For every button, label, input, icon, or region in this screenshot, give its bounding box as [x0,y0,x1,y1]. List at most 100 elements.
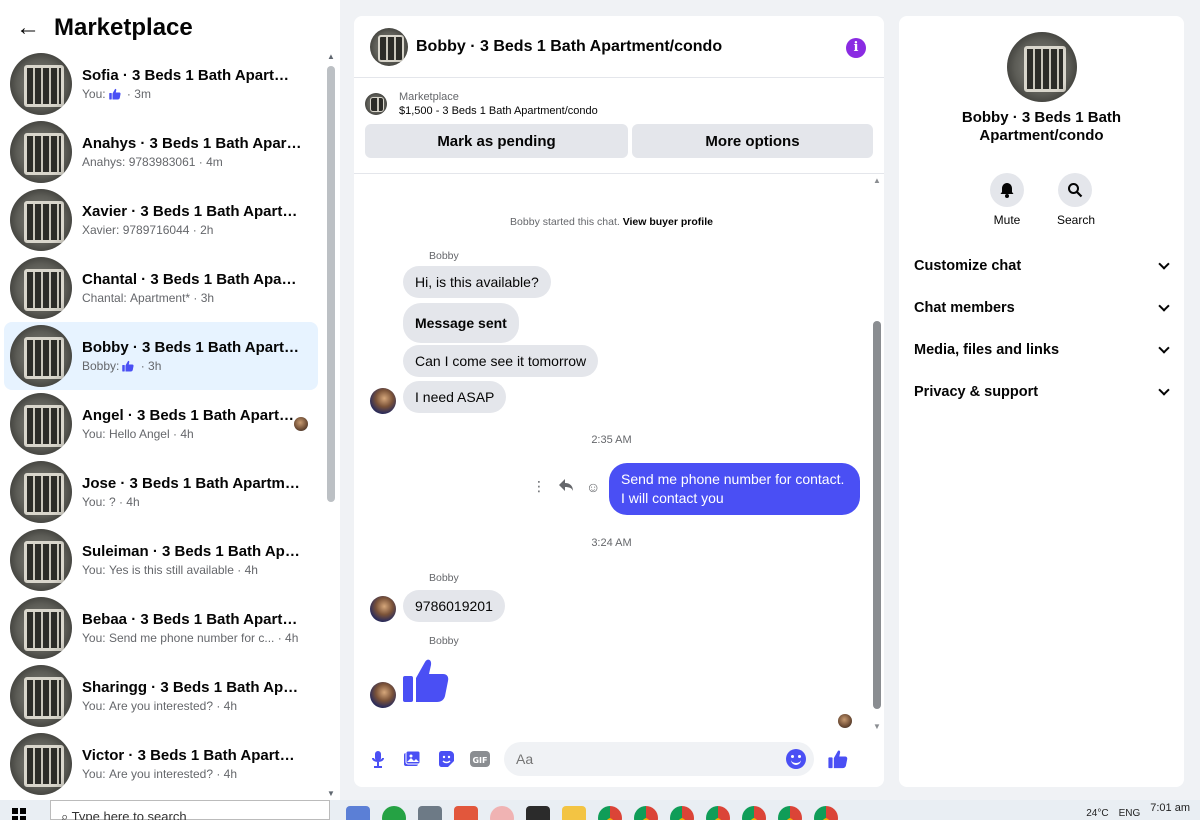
taskbar-app-icon[interactable] [490,806,514,820]
info-icon[interactable]: i [846,38,866,58]
chrome-icon[interactable] [814,806,838,820]
conversation-list-item[interactable]: Suleiman · 3 Beds 1 Bath Apartm... You: Y… [4,526,318,594]
chat-members-section[interactable]: Chat members [899,287,1184,329]
conversation-list-item[interactable]: Xavier · 3 Beds 1 Bath Apartmen... Xavier… [4,186,318,254]
taskbar-app-icon[interactable] [454,806,478,820]
conversation-prefix: Bobby: [82,359,120,373]
scroll-up-icon[interactable]: ▲ [873,176,881,185]
whatsapp-icon[interactable] [382,806,406,820]
separator-dot: · [169,427,181,441]
conversation-list-item[interactable]: Bebaa · 3 Beds 1 Bath Apartmen... You: Se… [4,594,318,662]
conversation-list-item[interactable]: Jose · 3 Beds 1 Bath Apartment/... You: ?… [4,458,318,526]
listing-avatar [10,53,72,115]
conversation-list-item[interactable]: Bobby · 3 Beds 1 Bath Apartmen... Bobby: … [4,322,318,390]
calculator-icon[interactable] [418,806,442,820]
scroll-down-icon[interactable]: ▼ [327,789,335,798]
listing-avatar [10,733,72,795]
customize-chat-section[interactable]: Customize chat [899,245,1184,287]
chrome-icon[interactable] [634,806,658,820]
conversation-snippet: Apartment* [130,291,191,305]
mute-button[interactable]: Mute [989,173,1025,227]
conversation-snippet: Hello Angel [108,427,170,441]
scroll-down-icon[interactable]: ▼ [873,722,881,731]
conversation-time: 3h [200,291,215,305]
sidebar-title: Marketplace [54,14,193,41]
conversation-list-item[interactable]: Anahys · 3 Beds 1 Bath Apartme... Anahys:… [4,118,318,186]
search-button[interactable]: Search [1057,173,1095,227]
scroll-up-icon[interactable]: ▲ [327,52,335,61]
sender-avatar[interactable] [370,682,396,708]
conversation-prefix: Xavier: [82,223,120,237]
chrome-icon[interactable] [742,806,766,820]
emoji-icon[interactable] [786,749,806,769]
privacy-support-section[interactable]: Privacy & support [899,371,1184,413]
chrome-icon[interactable] [778,806,802,820]
message-bubble[interactable]: Can I come see it tomorrow [403,345,599,377]
outgoing-message-bubble[interactable]: Send me phone number for contact. I will… [609,463,860,515]
reply-icon[interactable] [558,478,574,495]
conversation-preview: You: Are you interested? · 4h [82,767,302,781]
conversation-list-item[interactable]: Sharingg · 3 Beds 1 Bath Apartm... You: A… [4,662,318,730]
sidebar-header: ← Marketplace [0,0,340,56]
react-emoji-icon[interactable]: ☺ [586,479,600,495]
message-thread: Bobby started this chat. View buyer prof… [354,176,884,731]
thumbs-up-sticker-icon[interactable] [402,656,450,704]
conversation-preview: You: Send me phone number for c... · 4h [82,631,302,645]
bell-icon[interactable] [990,173,1024,207]
windows-taskbar: ⌕ Type here to search 24°C ENG 7:01 am [0,800,1200,820]
taskbar-search-input[interactable]: ⌕ Type here to search [50,800,330,820]
scrollbar-thumb[interactable] [873,321,881,709]
conversation-list-item[interactable]: Victor · 3 Beds 1 Bath Apartment... You: … [4,730,318,798]
chrome-icon[interactable] [670,806,694,820]
back-arrow-icon[interactable]: ← [16,16,40,40]
language-indicator[interactable]: ENG [1119,808,1141,819]
conversation-list-item[interactable]: Sofia · 3 Beds 1 Bath Apartment/... You: … [4,50,318,118]
sender-avatar[interactable] [370,388,396,414]
view-buyer-profile-link[interactable]: View buyer profile [623,216,713,228]
file-explorer-icon[interactable] [562,806,586,820]
conversation-preview: You: · 3m [82,87,302,101]
sender-name: Bobby [429,572,459,584]
sender-avatar[interactable] [370,596,396,622]
message-bubble[interactable]: Hi, is this available? [403,266,551,298]
profile-avatar[interactable] [1007,32,1077,102]
chevron-down-icon [1158,258,1170,270]
sticker-icon[interactable] [436,749,456,769]
chrome-icon[interactable] [706,806,730,820]
search-icon[interactable] [1058,173,1092,207]
conversation-sidebar: ← Marketplace Sofia · 3 Beds 1 Bath Apar… [0,0,340,800]
image-icon[interactable] [402,749,422,769]
listing-row[interactable]: Marketplace $1,500 - 3 Beds 1 Bath Apart… [365,88,873,120]
message-bubble[interactable]: Message sent [403,303,519,343]
conversation-list-item[interactable]: Chantal · 3 Beds 1 Bath Apartme... Chanta… [4,254,318,322]
microphone-icon[interactable] [368,749,388,769]
sidebar-scrollbar[interactable]: ▲ ▼ [326,50,336,800]
thumbs-up-icon [122,360,134,372]
gif-icon[interactable]: GIF [470,749,490,769]
media-files-links-section[interactable]: Media, files and links [899,329,1184,371]
weather-text[interactable]: 24°C [1086,808,1108,819]
conversation-time: 4m [206,155,223,169]
listing-avatar [10,257,72,319]
conversation-time: 4h [223,699,238,713]
message-input[interactable] [504,742,814,776]
message-scrollbar[interactable]: ▲ ▼ [873,176,881,731]
chat-title[interactable]: Bobby · 3 Beds 1 Bath Apartment/condo [416,38,722,56]
more-options-button[interactable]: More options [632,124,873,158]
terminal-icon[interactable] [526,806,550,820]
mark-as-pending-button[interactable]: Mark as pending [365,124,628,158]
scrollbar-thumb[interactable] [327,66,335,502]
thumbs-up-icon[interactable] [828,749,848,769]
conversation-list-item[interactable]: Angel · 3 Beds 1 Bath Apartm... You: Hell… [4,390,318,458]
chrome-icon[interactable] [598,806,622,820]
conversation-snippet: ? [108,495,116,509]
message-bubble[interactable]: I need ASAP [403,381,507,413]
windows-start-icon[interactable] [12,808,26,820]
message-bubble[interactable]: 9786019201 [403,590,505,622]
taskbar-app-icon[interactable] [346,806,370,820]
conversation-preview: You: Are you interested? · 4h [82,699,302,713]
system-tray: 24°C ENG 7:01 am [1086,800,1200,819]
more-dots-icon[interactable]: ⋮ [532,478,546,495]
chat-avatar[interactable] [370,27,408,66]
clock[interactable]: 7:01 am [1150,802,1190,814]
